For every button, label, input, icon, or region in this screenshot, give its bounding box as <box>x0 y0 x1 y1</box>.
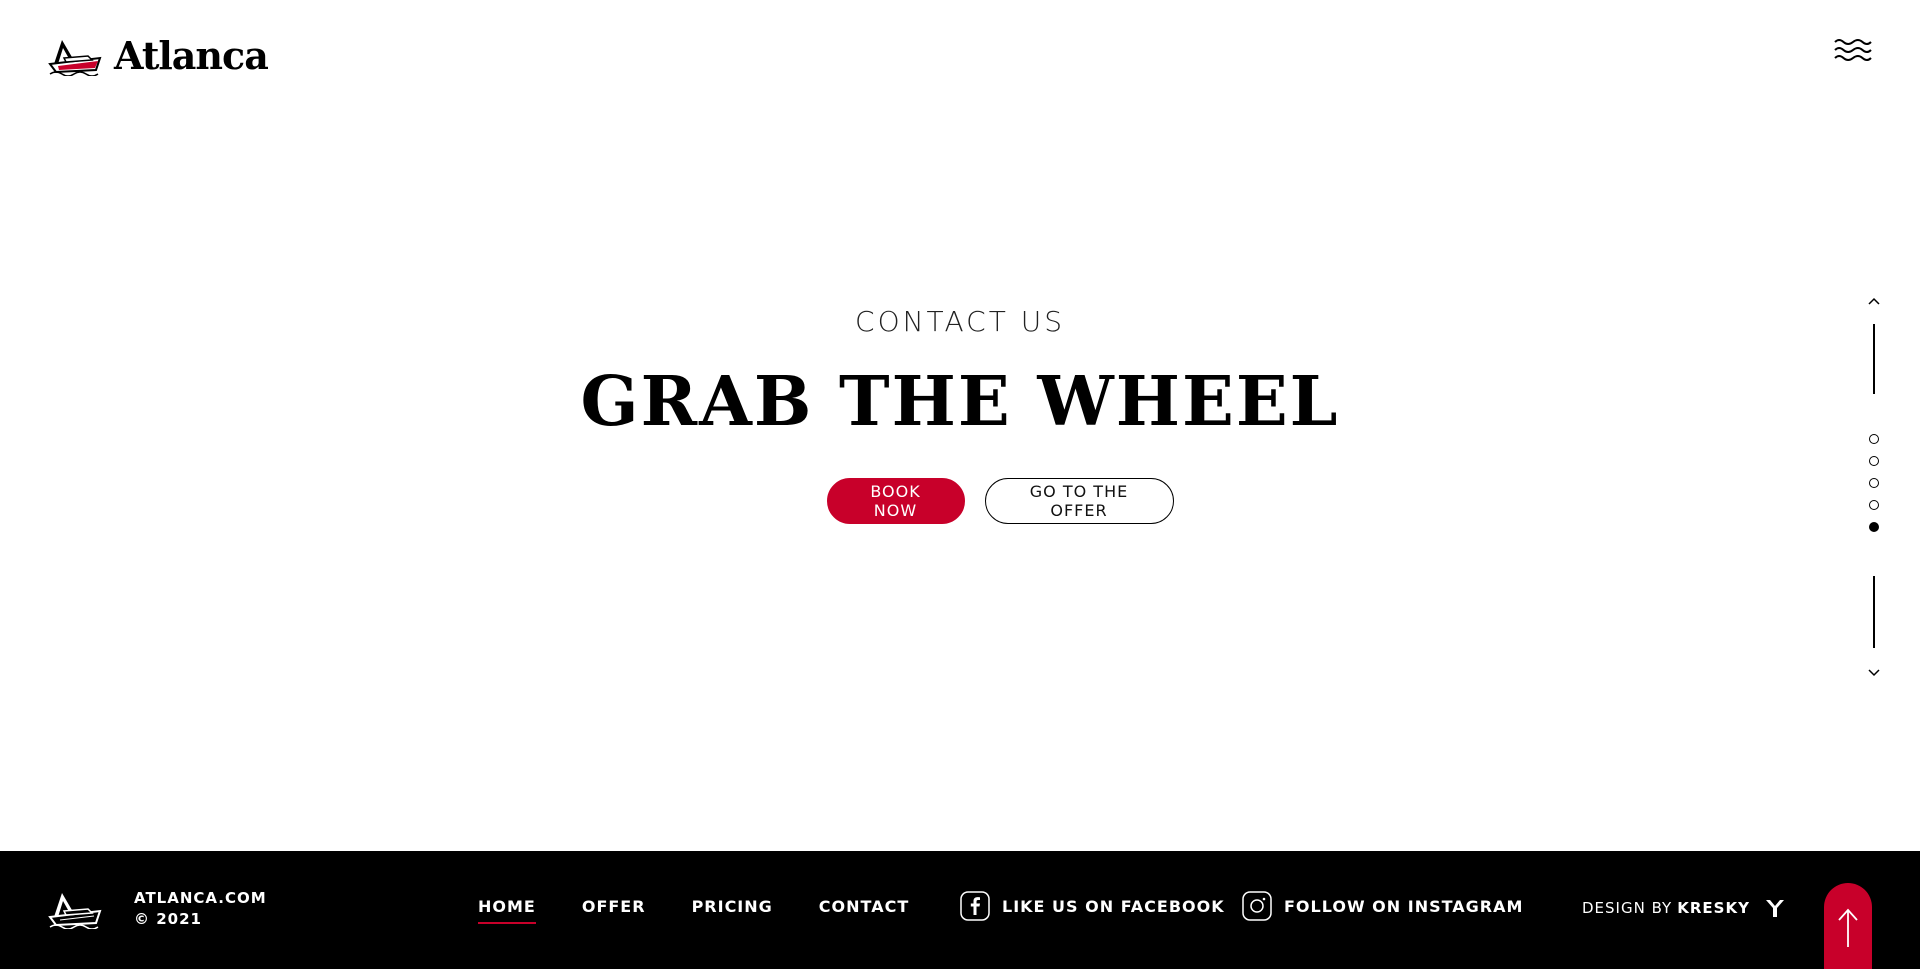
footer-site-info: ATLANCA.COM © 2021 <box>134 888 267 930</box>
pager-dot-5[interactable] <box>1869 522 1879 532</box>
boat-logo-icon <box>48 893 102 930</box>
kresky-logo-icon <box>1765 900 1784 917</box>
instagram-label: FOLLOW ON INSTAGRAM <box>1284 896 1524 916</box>
chevron-up-icon <box>1868 297 1880 305</box>
footer-copyright: © 2021 <box>134 910 202 928</box>
facebook-icon <box>960 891 990 921</box>
footer-nav-pricing[interactable]: PRICING <box>692 897 773 916</box>
pager-dot-1[interactable] <box>1869 434 1879 444</box>
hero-section: CONTACT US GRAB THE WHEEL BOOK NOW GO TO… <box>0 305 1920 524</box>
footer-nav-offer[interactable]: OFFER <box>582 897 646 916</box>
pager-dot-2[interactable] <box>1869 456 1879 466</box>
pager-line-bottom <box>1873 576 1875 648</box>
instagram-link[interactable]: FOLLOW ON INSTAGRAM <box>1242 891 1523 921</box>
designer-credit[interactable]: DESIGN BY KRESKY <box>1582 897 1786 919</box>
menu-button[interactable] <box>1834 38 1872 62</box>
boat-logo-icon <box>48 40 102 76</box>
hero-eyebrow: CONTACT US <box>855 305 1065 338</box>
back-to-top-button[interactable] <box>1824 883 1872 969</box>
footer-site-name: ATLANCA.COM <box>134 889 267 907</box>
design-by-name: KRESKY <box>1677 899 1750 917</box>
footer-nav: HOME OFFER PRICING CONTACT <box>478 897 909 924</box>
design-by-prefix: DESIGN BY <box>1582 899 1673 917</box>
brand-logo[interactable]: Atlanca <box>48 33 269 78</box>
instagram-icon <box>1242 891 1272 921</box>
page: Atlanca CONTACT US GRAB THE WHEEL BOOK N… <box>0 0 1920 969</box>
footer: ATLANCA.COM © 2021 HOME OFFER PRICING CO… <box>0 851 1920 969</box>
footer-nav-home[interactable]: HOME <box>478 897 536 924</box>
footer-nav-contact[interactable]: CONTACT <box>819 897 909 916</box>
pager-up-button[interactable] <box>1868 294 1880 305</box>
section-pager <box>1868 294 1880 678</box>
hero-title: GRAB THE WHEEL <box>580 362 1340 442</box>
facebook-label: LIKE US ON FACEBOOK <box>1002 896 1225 916</box>
pager-line-top <box>1873 324 1875 394</box>
footer-logo[interactable] <box>48 889 106 934</box>
hero-actions: BOOK NOW GO TO THE OFFER <box>80 478 1920 524</box>
brand-name: Atlanca <box>114 33 269 78</box>
pager-dot-4[interactable] <box>1869 500 1879 510</box>
facebook-link[interactable]: LIKE US ON FACEBOOK <box>960 891 1225 921</box>
chevron-down-icon <box>1868 669 1880 677</box>
go-to-offer-button[interactable]: GO TO THE OFFER <box>984 478 1174 524</box>
book-now-button[interactable]: BOOK NOW <box>826 478 965 524</box>
pager-dot-3[interactable] <box>1869 478 1879 488</box>
pager-down-button[interactable] <box>1868 664 1880 677</box>
waves-menu-icon <box>1834 39 1872 61</box>
arrow-up-icon <box>1838 908 1858 947</box>
